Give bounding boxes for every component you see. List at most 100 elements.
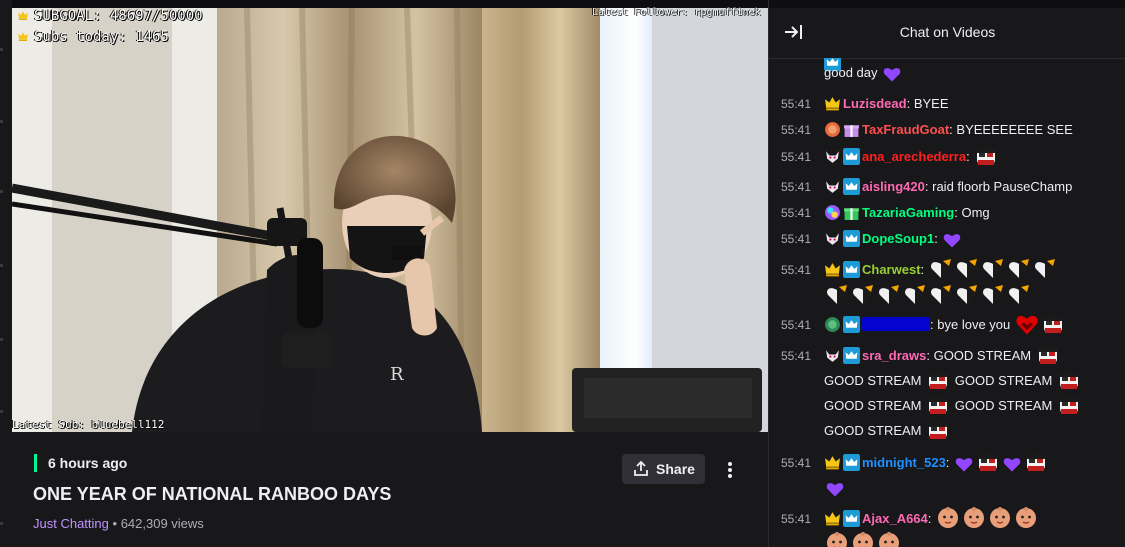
fox-badge-icon — [824, 148, 841, 165]
baby-emote — [877, 531, 901, 547]
username[interactable]: aisling420 — [862, 179, 925, 194]
meta-separator: • — [112, 516, 118, 531]
message-separator: : — [966, 149, 970, 164]
message-text: GOOD STREAM — [824, 423, 922, 438]
more-options-button[interactable] — [716, 456, 744, 484]
view-count: 642,309 views — [120, 516, 204, 531]
timestamp[interactable]: 55:41 — [781, 201, 824, 226]
left-nav-strip — [0, 0, 12, 547]
username[interactable]: DopeSoup1 — [862, 231, 934, 246]
subgoal-overlay: SUBGOAL: 48697/50000 — [16, 8, 203, 24]
video-player[interactable]: R SUBGOAL: 48697/50000 Subs today: 1465 … — [12, 0, 768, 432]
message-text: good day — [824, 65, 878, 80]
timestamp[interactable]: 55:41 — [781, 507, 824, 532]
ranboo-emote — [1041, 312, 1065, 336]
message-text: GOOD STREAM — [824, 373, 922, 388]
share-button[interactable]: Share — [622, 454, 705, 484]
chat-message: 55:41 DopeSoup1: — [781, 226, 1116, 252]
half-heart-emote — [1033, 257, 1057, 281]
baby-emote — [825, 531, 849, 547]
purple-heart-emote — [1002, 454, 1022, 474]
ranboo-emote — [926, 418, 950, 442]
crown-icon — [16, 10, 30, 21]
half-heart-emote — [955, 257, 979, 281]
chat-title: Chat on Videos — [899, 24, 996, 40]
username[interactable]: Ajax_A664 — [862, 511, 928, 526]
chat-message: 55:41 Ajax_A664: — [781, 506, 1116, 532]
gift-badge-icon — [843, 121, 860, 138]
message-separator: : — [920, 262, 925, 277]
purple-heart-emote — [942, 230, 962, 250]
ranboo-emote — [1057, 368, 1081, 392]
ranboo-emote — [926, 368, 950, 392]
chat-message: 55:41 midnight_523: — [781, 450, 1116, 476]
username[interactable]: TazariaGaming — [862, 205, 954, 220]
half-heart-emote — [929, 257, 953, 281]
timestamp[interactable]: 55:41 — [781, 175, 824, 200]
timestamp[interactable]: 55:41 — [781, 344, 824, 369]
nav-tick — [0, 120, 3, 123]
subscriber-badge-icon — [843, 261, 860, 278]
message-text: GOOD STREAM — [824, 398, 922, 413]
red-heart-emote — [1015, 312, 1039, 336]
crown-badge-icon — [824, 510, 841, 527]
video-frame: R — [12, 8, 768, 432]
timestamp[interactable]: 55:41 — [781, 145, 824, 170]
video-info-panel: 6 hours ago ONE YEAR OF NATIONAL RANBOO … — [12, 432, 768, 547]
timestamp[interactable]: 55:41 — [781, 92, 824, 117]
crown-badge-icon — [824, 95, 841, 112]
chat-messages[interactable]: good day 55:41 Luzisdead: BYEE 55:41 TaxFr… — [769, 58, 1125, 547]
age-indicator — [34, 454, 37, 472]
subscriber-badge-icon — [843, 510, 860, 527]
timestamp[interactable]: 55:41 — [781, 258, 824, 283]
chat-message: 55:41 TazariaGaming: Omg — [781, 200, 1116, 226]
nav-tick — [0, 522, 3, 525]
chat-message: 55:41 ana_arechederra: — [781, 144, 1116, 170]
category-link[interactable]: Just Chatting — [33, 516, 109, 531]
chat-message: 55:41: bye love you — [781, 312, 1116, 338]
username[interactable]: sra_draws — [862, 348, 926, 363]
message-separator: : — [954, 205, 958, 220]
username[interactable]: Charwest — [862, 262, 921, 277]
chat-header: Chat on Videos — [769, 8, 1125, 59]
timestamp[interactable]: 55:41 — [781, 227, 824, 252]
fox-badge-icon — [824, 178, 841, 195]
share-icon — [634, 460, 648, 476]
latest-follower-overlay: Latest Follower: rpgmuffinek — [592, 7, 761, 18]
username[interactable] — [862, 317, 930, 331]
crown-badge-icon — [824, 454, 841, 471]
username[interactable]: ana_arechederra — [862, 149, 966, 164]
fox-badge-icon — [824, 347, 841, 364]
username[interactable]: midnight_523 — [862, 455, 946, 470]
chat-message: 55:41 aisling420: raid floorb PauseChamp — [781, 174, 1116, 200]
message-text: bye love you — [937, 317, 1011, 332]
nav-tick — [0, 190, 3, 193]
chat-message: 55:41 Charwest: — [781, 257, 1116, 283]
half-heart-emote — [981, 257, 1005, 281]
green-orb-badge-icon — [824, 316, 841, 333]
username[interactable]: Luzisdead — [843, 96, 907, 111]
message-text: raid floorb PauseChamp — [932, 179, 1073, 194]
video-age: 6 hours ago — [48, 455, 128, 471]
timestamp[interactable]: 55:41 — [781, 313, 824, 338]
subscriber-badge-icon — [843, 316, 860, 333]
chat-message-continuation: GOOD STREAM — [781, 418, 1116, 443]
orb-badge-icon — [824, 121, 841, 138]
chat-message: 55:41 Luzisdead: BYEE — [781, 91, 1116, 117]
subgoal-text: SUBGOAL: 48697/50000 — [34, 8, 203, 24]
ranboo-emote — [926, 393, 950, 417]
chat-panel: Chat on Videos good day 55:41 Luzisdead: … — [768, 0, 1125, 547]
timestamp[interactable]: 55:41 — [781, 451, 824, 476]
username[interactable]: TaxFraudGoat — [862, 122, 949, 137]
svg-text:R: R — [390, 364, 404, 385]
purple-heart-emote — [954, 454, 974, 474]
nav-tick — [0, 48, 3, 51]
message-separator: : — [924, 179, 929, 194]
half-heart-emote — [903, 283, 927, 307]
subscriber-badge-icon — [843, 454, 860, 471]
timestamp[interactable]: 55:41 — [781, 118, 824, 143]
chat-message: good day — [781, 60, 1116, 85]
message-text: GOOD STREAM — [954, 373, 1053, 388]
message-separator: : — [930, 317, 934, 332]
fox-badge-icon — [824, 230, 841, 247]
